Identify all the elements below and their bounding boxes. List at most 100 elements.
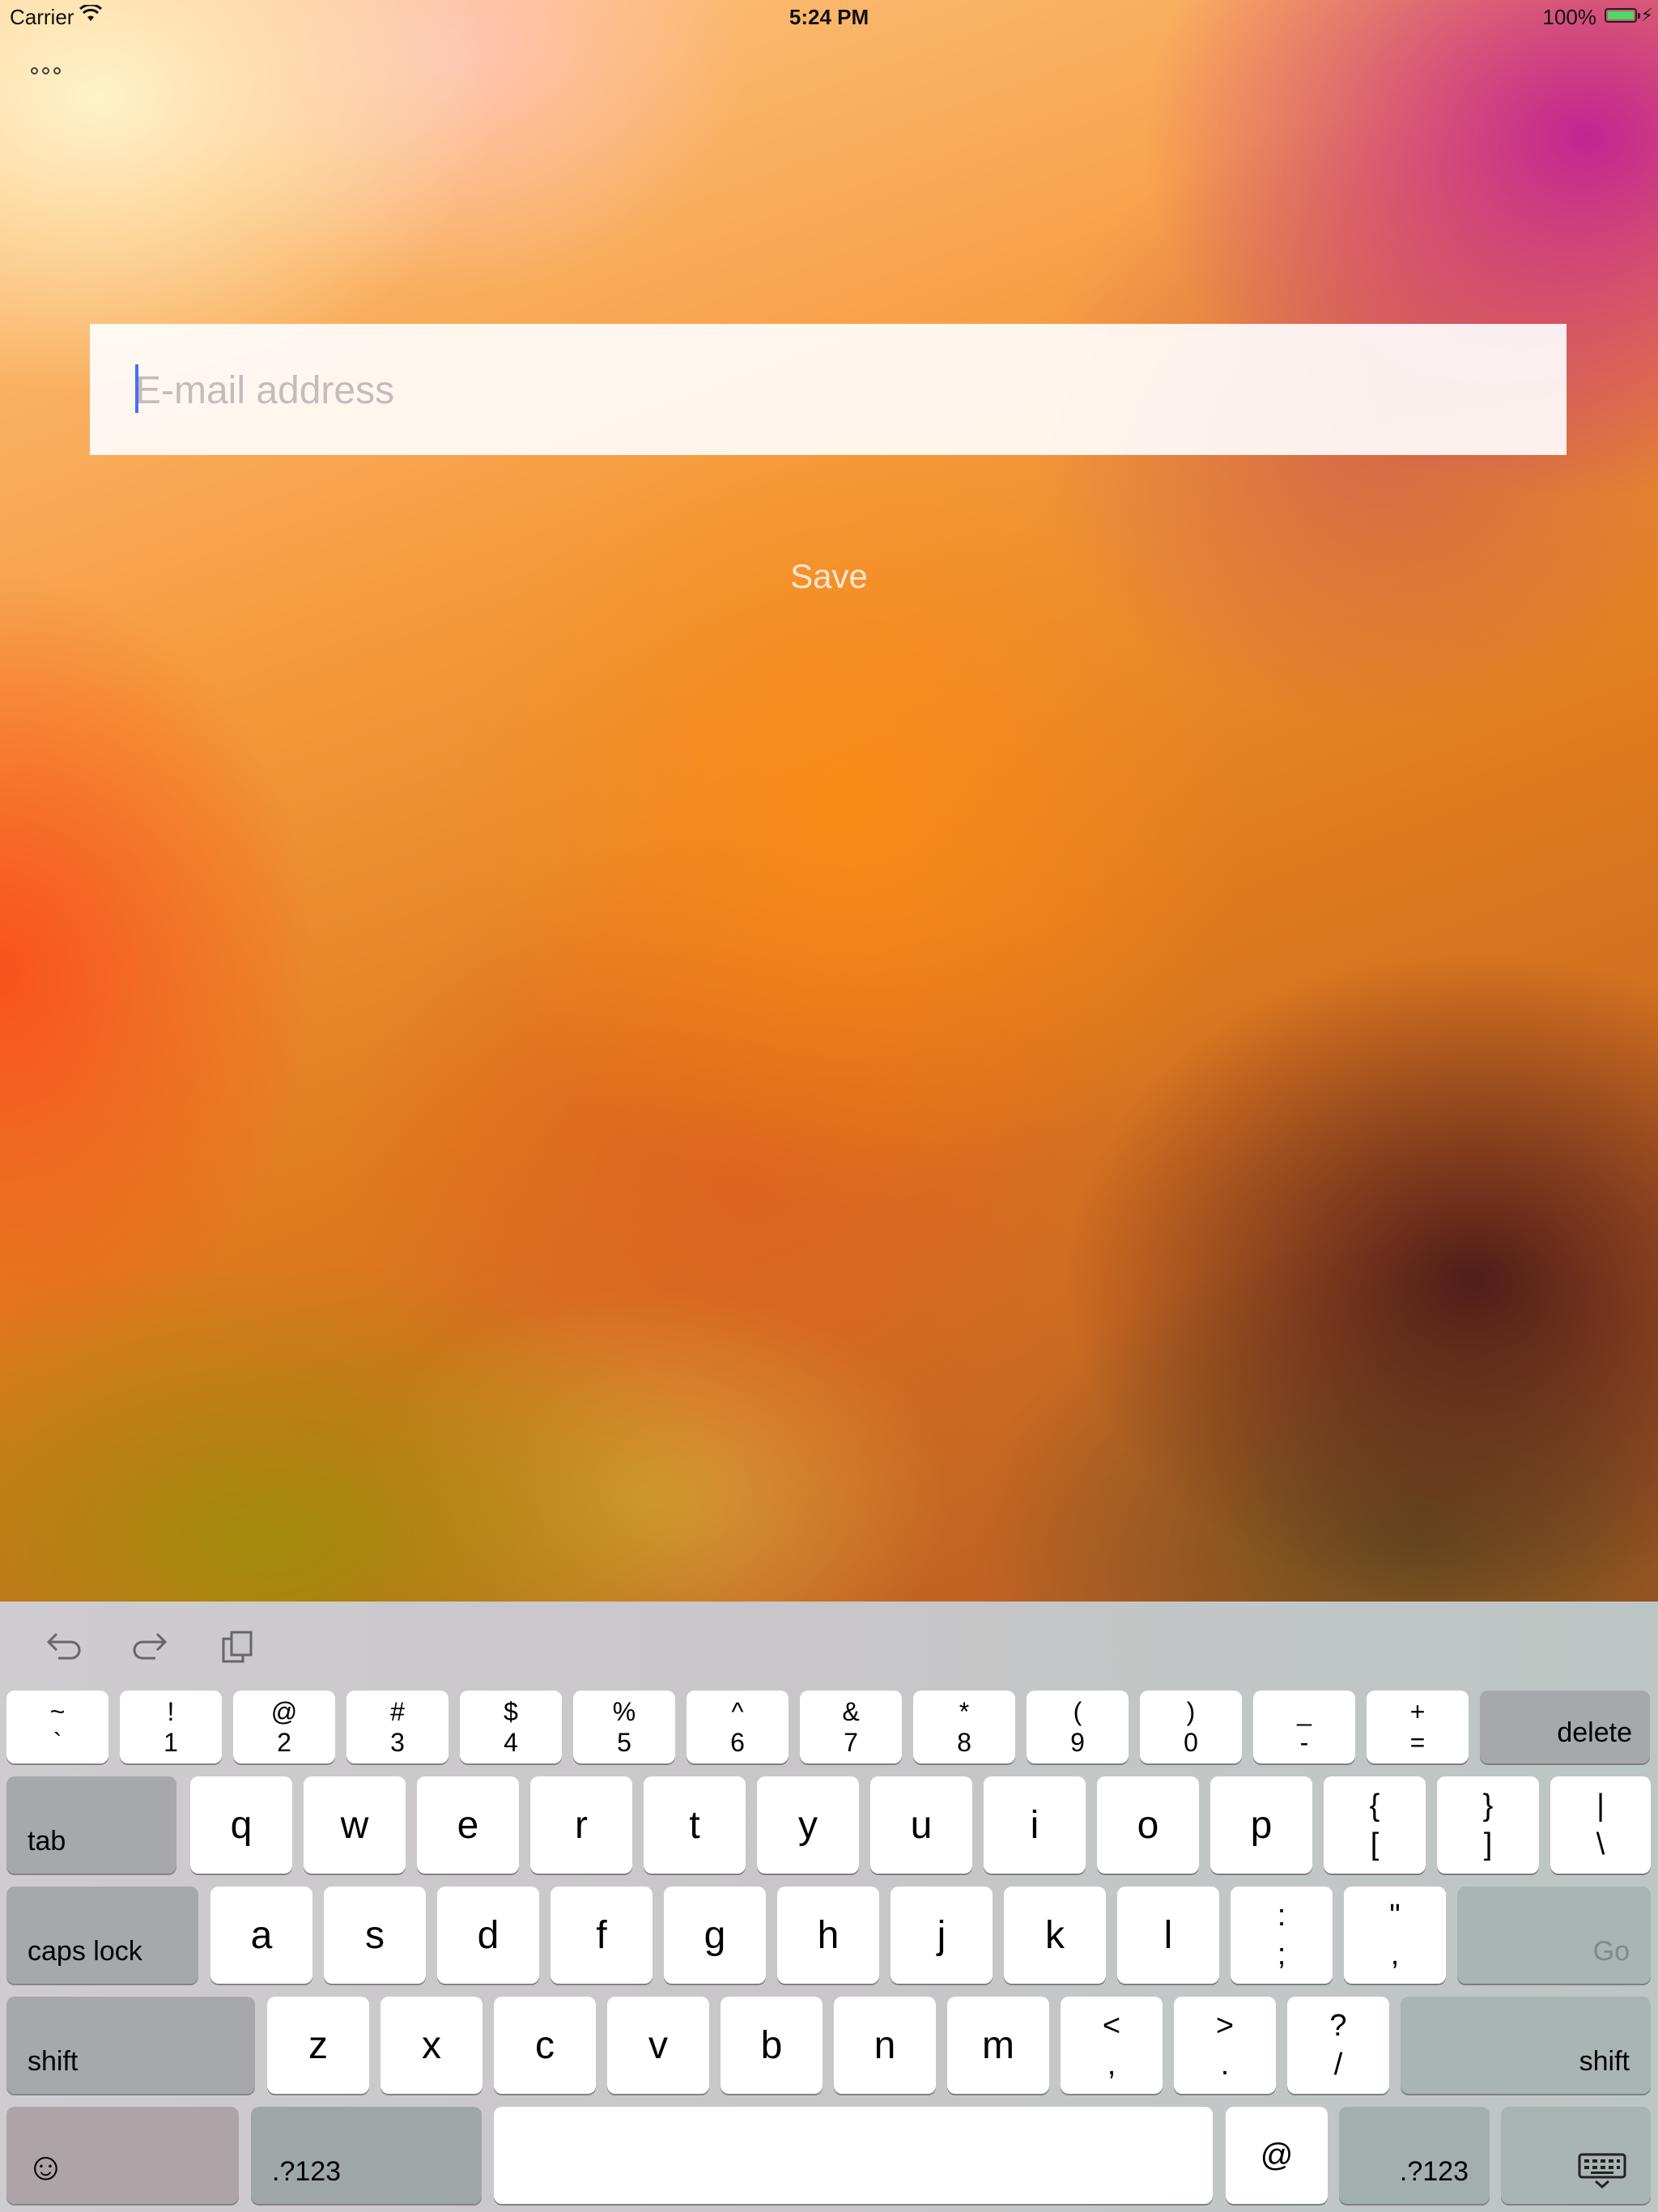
key-y[interactable]: y — [757, 1776, 859, 1874]
key-e[interactable]: e — [417, 1776, 519, 1874]
key-backtick[interactable]: ~ ` — [6, 1691, 108, 1763]
key-f[interactable]: f — [551, 1887, 653, 1984]
key-top: } — [1482, 1789, 1494, 1823]
key-at[interactable]: @ — [1226, 2107, 1328, 2204]
key-top: $ — [504, 1697, 518, 1726]
key-0[interactable]: ) 0 — [1140, 1691, 1242, 1763]
key-p[interactable]: p — [1210, 1776, 1312, 1874]
undo-icon[interactable] — [45, 1629, 84, 1670]
key-s[interactable]: s — [324, 1887, 426, 1984]
key-right-bracket[interactable]: }] — [1437, 1776, 1539, 1874]
numbers-label: .?123 — [272, 2156, 342, 2187]
key-left-bracket[interactable]: {[ — [1324, 1776, 1426, 1874]
key-u[interactable]: u — [870, 1776, 972, 1874]
shift-label: shift — [1579, 2046, 1630, 2077]
key-bottom: . — [1220, 2048, 1230, 2082]
key-l[interactable]: l — [1117, 1887, 1219, 1984]
key-o[interactable]: o — [1097, 1776, 1199, 1874]
key-7[interactable]: & 7 — [800, 1691, 902, 1763]
key-t[interactable]: t — [644, 1776, 746, 1874]
numbers-label: .?123 — [1399, 2156, 1469, 2187]
key-top: _ — [1297, 1697, 1312, 1726]
key-2[interactable]: @2 — [233, 1691, 335, 1763]
key-8[interactable]: * 8 — [913, 1691, 1015, 1763]
key-bottom: 1 — [164, 1728, 178, 1757]
key-equals[interactable]: + = — [1367, 1691, 1469, 1763]
key-slash[interactable]: ? / — [1287, 1997, 1389, 2094]
key-bottom: [ — [1370, 1827, 1380, 1861]
key-j[interactable]: j — [891, 1887, 993, 1984]
save-button[interactable]: Save — [729, 551, 929, 602]
shift-right-key[interactable]: shift — [1401, 1997, 1651, 2094]
key-bottom: 0 — [1184, 1728, 1198, 1757]
key-m[interactable]: m — [947, 1997, 1049, 2094]
key-quote[interactable]: ", — [1344, 1887, 1446, 1984]
delete-key[interactable]: delete — [1480, 1691, 1650, 1763]
key-top: < — [1102, 2009, 1121, 2043]
key-x[interactable]: x — [380, 1997, 483, 2094]
key-top: % — [612, 1697, 636, 1726]
tab-label: tab — [28, 1826, 66, 1857]
key-g[interactable]: g — [664, 1887, 766, 1984]
key-semicolon[interactable]: :; — [1231, 1887, 1333, 1984]
wallpaper-background — [0, 0, 1658, 1602]
key-period[interactable]: >. — [1174, 1997, 1276, 2094]
key-3[interactable]: #3 — [346, 1691, 449, 1763]
more-button[interactable] — [31, 58, 71, 83]
battery-percent: 100% — [1542, 5, 1597, 29]
caps-lock-key[interactable]: caps lock — [6, 1887, 198, 1984]
key-top: + — [1409, 1697, 1426, 1726]
space-bar[interactable] — [494, 2107, 1213, 2204]
key-bottom: 7 — [844, 1728, 858, 1757]
shift-left-key[interactable]: shift — [6, 1997, 255, 2094]
clock: 5:24 PM — [789, 5, 869, 29]
key-b[interactable]: b — [721, 1997, 823, 2094]
key-top: { — [1369, 1789, 1380, 1823]
key-z[interactable]: z — [267, 1997, 369, 2094]
key-v[interactable]: v — [607, 1997, 709, 2094]
key-bottom: 9 — [1070, 1728, 1085, 1757]
emoji-key[interactable]: ☺ — [6, 2107, 239, 2204]
key-9[interactable]: (9 — [1027, 1691, 1129, 1763]
key-q[interactable]: q — [190, 1776, 292, 1874]
tab-key[interactable]: tab — [6, 1776, 176, 1874]
key-c[interactable]: c — [494, 1997, 596, 2094]
key-top: ^ — [731, 1697, 744, 1726]
key-bottom: 6 — [730, 1728, 745, 1757]
ellipsis-dot — [42, 66, 49, 74]
key-bottom: ] — [1483, 1827, 1493, 1861]
key-i[interactable]: i — [984, 1776, 1086, 1874]
key-top: ( — [1073, 1697, 1082, 1726]
key-6[interactable]: ^ 6 — [687, 1691, 789, 1763]
key-1[interactable]: ! 1 — [120, 1691, 222, 1763]
key-top: " — [1389, 1899, 1401, 1933]
key-a[interactable]: a — [210, 1887, 312, 1984]
key-w[interactable]: w — [304, 1776, 406, 1874]
go-label: Go — [1592, 1936, 1630, 1967]
key-minus[interactable]: _ - — [1253, 1691, 1355, 1763]
numbers-key-left[interactable]: .?123 — [251, 2107, 482, 2204]
key-top: * — [959, 1697, 970, 1726]
key-r[interactable]: r — [530, 1776, 632, 1874]
numbers-key-right[interactable]: .?123 — [1339, 2107, 1490, 2204]
key-top: : — [1277, 1899, 1286, 1933]
key-5[interactable]: % 5 — [573, 1691, 675, 1763]
key-bottom: ; — [1277, 1938, 1286, 1972]
key-n[interactable]: n — [834, 1997, 936, 2094]
battery-icon — [1605, 8, 1640, 23]
key-comma[interactable]: <, — [1061, 1997, 1163, 2094]
key-d[interactable]: d — [437, 1887, 539, 1984]
key-bottom: - — [1299, 1728, 1309, 1757]
key-bottom: \ — [1596, 1827, 1605, 1861]
paste-icon[interactable] — [220, 1629, 256, 1674]
keyboard: ~ ` ! 1 @2 #3 $4 % 5 ^ 6 & 7 * 8 (9 ) 0 _ - + = d… — [0, 1602, 1658, 2212]
key-4[interactable]: $4 — [460, 1691, 562, 1763]
key-h[interactable]: h — [777, 1887, 879, 1984]
key-k[interactable]: k — [1004, 1887, 1106, 1984]
go-key[interactable]: Go — [1457, 1887, 1651, 1984]
redo-icon[interactable] — [130, 1629, 168, 1670]
email-field[interactable]: E-mail address — [90, 324, 1567, 455]
charging-bolt-icon: ⚡ — [1640, 5, 1653, 25]
key-backslash[interactable]: | \ — [1550, 1776, 1651, 1874]
dismiss-keyboard-key[interactable] — [1501, 2107, 1651, 2204]
